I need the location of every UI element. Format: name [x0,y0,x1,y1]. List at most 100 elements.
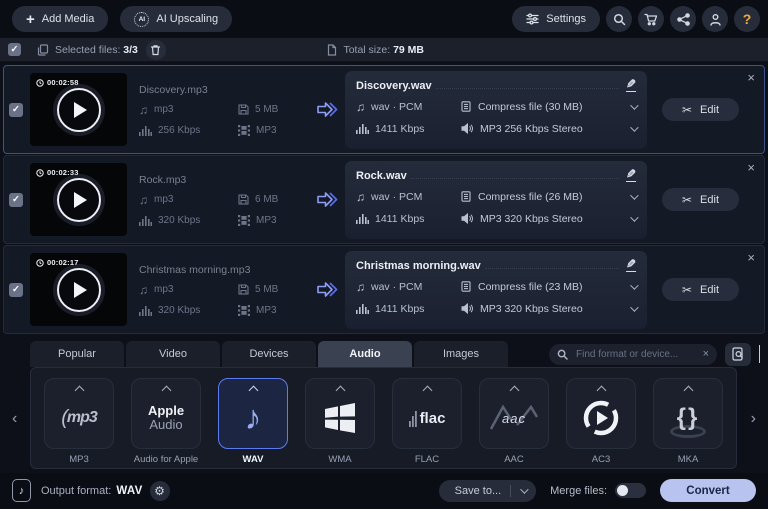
gear-icon: ⚙ [154,483,165,498]
play-icon [73,101,87,118]
tab-video[interactable]: Video [126,341,220,367]
video-thumbnail[interactable]: 00:02:17 [30,253,127,326]
video-thumbnail[interactable]: 00:02:58 [30,73,127,146]
merge-files-toggle[interactable] [615,483,646,498]
ai-icon: AI [134,11,150,27]
top-toolbar: + Add Media AI AI Upscaling Settings ? [0,0,768,38]
video-thumbnail[interactable]: 00:02:33 [30,163,127,236]
compress-icon [461,281,471,292]
remove-file-button[interactable]: × [747,161,755,174]
file-row[interactable]: ✓ 00:02:17 Christmas morning.mp3 ♫ mp3 5 … [3,245,765,334]
bitrate-bars-icon [356,123,369,135]
format-flac[interactable]: flac FLAC [385,378,469,465]
mka-logo: {} [663,396,713,440]
remove-file-button[interactable]: × [747,251,755,264]
copy-files-icon [37,43,49,56]
cart-button[interactable] [638,6,664,32]
clock-icon [36,78,44,87]
file-checkbox[interactable]: ✓ [9,282,23,297]
search-button[interactable] [606,6,632,32]
disk-icon [238,284,249,295]
audio-settings-dropdown[interactable]: MP3 256 Kbps Stereo [461,123,639,135]
compress-dropdown[interactable]: Compress file (23 MB) [461,281,639,293]
convert-button[interactable]: Convert [660,479,756,502]
collapse-panel-chevron[interactable] [759,345,760,363]
plus-icon: + [26,10,35,28]
save-to-button[interactable]: Save to... [438,479,537,502]
source-info: Discovery.mp3 ♫ mp3 5 MB 256 Kbps MP3 [139,84,311,136]
format-carousel: (mp3 MP3 Apple Audio Audio for Apple ♪ W… [30,367,737,469]
tab-audio[interactable]: Audio [318,341,412,367]
music-note-icon: ♫ [356,279,365,294]
play-button[interactable] [56,177,101,222]
compress-dropdown[interactable]: Compress file (30 MB) [461,101,639,113]
add-media-label: Add Media [41,13,95,25]
output-panel: Discovery.wav ✎ ♫ wav · PCM Compress file… [345,70,647,149]
account-button[interactable] [702,6,728,32]
source-filename: Discovery.mp3 [139,83,208,96]
source-info: Christmas morning.mp3 ♫ mp3 5 MB 320 Kbps… [139,264,311,316]
chevron-down-icon [520,484,529,494]
aac-logo: aac [502,410,526,426]
speaker-icon [461,303,473,315]
source-filename: Christmas morning.mp3 [139,263,251,276]
format-mp3[interactable]: (mp3 MP3 [37,378,121,465]
file-checkbox[interactable]: ✓ [9,102,23,117]
rename-pencil-icon[interactable]: ✎ [625,167,636,182]
scissors-icon: ✂ [681,282,693,297]
music-note-icon: ♫ [356,99,365,114]
edit-button[interactable]: ✂ Edit [661,98,740,121]
detect-format-button[interactable] [725,342,751,366]
file-row[interactable]: ✓ 00:02:33 Rock.mp3 ♫ mp3 6 MB 320 Kbps … [3,155,765,244]
help-button[interactable]: ? [734,6,760,32]
speaker-icon [461,123,473,135]
carousel-left-arrow[interactable]: ‹ [12,411,17,427]
tab-popular[interactable]: Popular [30,341,124,367]
format-audio-for-apple[interactable]: Apple Audio Audio for Apple [124,378,208,465]
chevron-down-icon [630,123,639,132]
format-carousel-band: ‹ (mp3 MP3 Apple Audio Audio for Apple ♪… [0,367,768,473]
mp3-logo: (mp3 [61,406,98,429]
total-size-text: Total size: 79 MB [343,43,424,56]
format-mka[interactable]: {} MKA [646,378,730,465]
carousel-right-arrow[interactable]: › [751,411,756,427]
delete-files-button[interactable] [145,39,166,60]
bitrate-bars-icon [356,303,369,315]
play-button[interactable] [56,267,101,312]
output-filename: Rock.wav [356,169,407,182]
rename-pencil-icon[interactable]: ✎ [625,77,636,92]
edit-button[interactable]: ✂ Edit [661,188,740,211]
person-icon [709,13,722,26]
format-ac3[interactable]: AC3 [559,378,643,465]
audio-settings-dropdown[interactable]: MP3 320 Kbps Stereo [461,213,639,225]
add-media-button[interactable]: + Add Media [12,6,109,32]
cart-icon [644,13,658,26]
rename-pencil-icon[interactable]: ✎ [625,257,636,272]
chevron-down-icon [759,345,760,363]
settings-label: Settings [546,13,586,25]
file-checkbox[interactable]: ✓ [9,192,23,207]
compress-dropdown[interactable]: Compress file (26 MB) [461,191,639,203]
edit-button[interactable]: ✂ Edit [661,278,740,301]
tab-images[interactable]: Images [414,341,508,367]
remove-file-button[interactable]: × [747,71,755,84]
format-wma[interactable]: WMA [298,378,382,465]
compress-icon [461,191,471,202]
settings-button[interactable]: Settings [512,6,600,32]
audio-settings-dropdown[interactable]: MP3 320 Kbps Stereo [461,303,639,315]
clear-search-icon[interactable]: × [703,348,709,360]
search-input[interactable] [574,347,697,361]
file-row[interactable]: ✓ 00:02:58 Discovery.mp3 ♫ mp3 5 MB 256 … [3,65,765,154]
format-aac[interactable]: aac AAC [472,378,556,465]
format-settings-button[interactable]: ⚙ [149,480,170,501]
source-filename: Rock.mp3 [139,173,187,186]
play-button[interactable] [56,87,101,132]
total-size: Total size: 79 MB [327,44,424,56]
ai-upscaling-button[interactable]: AI AI Upscaling [120,6,233,32]
source-info: Rock.mp3 ♫ mp3 6 MB 320 Kbps MP3 [139,174,311,226]
format-wav[interactable]: ♪ WAV [211,378,295,465]
tab-devices[interactable]: Devices [222,341,316,367]
format-search-field[interactable]: × [549,343,717,365]
share-button[interactable] [670,6,696,32]
select-all-checkbox[interactable]: ✓ [8,43,21,56]
